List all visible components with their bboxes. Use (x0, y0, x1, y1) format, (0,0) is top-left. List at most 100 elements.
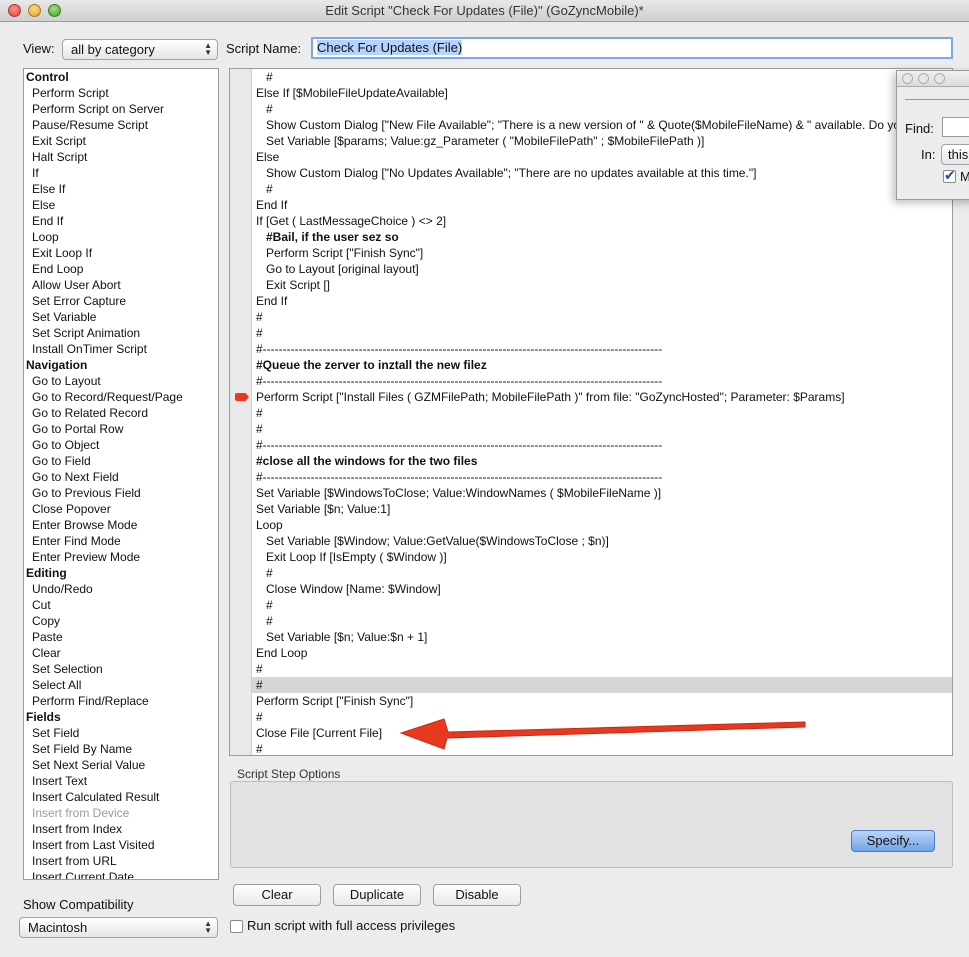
step-item[interactable]: Paste (24, 629, 218, 645)
step-item[interactable]: Go to Object (24, 437, 218, 453)
script-line[interactable]: Set Variable [$params; Value:gz_Paramete… (252, 133, 952, 149)
step-item[interactable]: Perform Script (24, 85, 218, 101)
step-item[interactable]: Enter Browse Mode (24, 517, 218, 533)
script-line[interactable]: Exit Script [] (252, 277, 952, 293)
script-line[interactable]: # (252, 421, 952, 437)
script-line[interactable]: Else (252, 149, 952, 165)
step-item[interactable]: Else (24, 197, 218, 213)
step-item[interactable]: Enter Preview Mode (24, 549, 218, 565)
step-item[interactable]: Close Popover (24, 501, 218, 517)
script-line[interactable]: #---------------------------------------… (252, 373, 952, 389)
step-item[interactable]: Loop (24, 229, 218, 245)
in-popup[interactable]: this (941, 144, 969, 165)
script-step-list[interactable]: Control Perform Script Perform Script on S… (23, 68, 219, 880)
step-item[interactable]: Go to Related Record (24, 405, 218, 421)
step-item[interactable]: Set Next Serial Value (24, 757, 218, 773)
script-line[interactable]: # (252, 613, 952, 629)
script-line[interactable]: Perform Script ["Install Files ( GZMFile… (235, 389, 952, 405)
script-line[interactable]: #---------------------------------------… (252, 341, 952, 357)
specify-button[interactable]: Specify... (851, 830, 935, 852)
full-access-checkbox[interactable] (230, 920, 243, 933)
match-checkbox[interactable]: ✔ (943, 167, 956, 183)
step-item[interactable]: Else If (24, 181, 218, 197)
script-line[interactable]: #close all the windows for the two files (252, 453, 952, 469)
step-item[interactable]: Pause/Resume Script (24, 117, 218, 133)
step-item[interactable]: Select All (24, 677, 218, 693)
step-item[interactable]: Clear (24, 645, 218, 661)
disable-button[interactable]: Disable (433, 884, 521, 906)
script-line[interactable]: End If (252, 197, 952, 213)
step-item[interactable]: Perform Script on Server (24, 101, 218, 117)
script-line[interactable]: # (252, 325, 952, 341)
step-item[interactable]: Set Variable (24, 309, 218, 325)
script-line[interactable]: Show Custom Dialog ["New File Available"… (252, 117, 952, 133)
script-line[interactable]: #---------------------------------------… (252, 437, 952, 453)
step-item[interactable]: End Loop (24, 261, 218, 277)
script-line[interactable]: Set Variable [$n; Value:$n + 1] (252, 629, 952, 645)
script-line[interactable]: # (252, 597, 952, 613)
step-item[interactable]: Insert Current Date (24, 869, 218, 879)
script-line[interactable]: If [Get ( LastMessageChoice ) <> 2] (252, 213, 952, 229)
script-line[interactable]: # (252, 101, 952, 117)
step-item[interactable]: Set Error Capture (24, 293, 218, 309)
script-line[interactable]: # (252, 677, 952, 693)
script-line[interactable]: End If (252, 293, 952, 309)
script-name-input[interactable]: Check For Updates (File) (311, 37, 953, 59)
step-item[interactable]: Install OnTimer Script (24, 341, 218, 357)
script-line[interactable]: # (252, 661, 952, 677)
step-item[interactable]: Set Field (24, 725, 218, 741)
step-item[interactable]: Cut (24, 597, 218, 613)
script-line[interactable]: Close File [Current File] (252, 725, 952, 741)
find-zoom-icon[interactable] (934, 73, 945, 84)
script-line[interactable]: Set Variable [$n; Value:1] (252, 501, 952, 517)
view-popup[interactable]: all by category ▲ ▼ (62, 39, 218, 60)
script-line[interactable]: Go to Layout [original layout] (252, 261, 952, 277)
step-item[interactable]: Set Selection (24, 661, 218, 677)
script-line[interactable]: # (252, 69, 952, 85)
duplicate-button[interactable]: Duplicate (333, 884, 421, 906)
step-item[interactable]: Set Script Animation (24, 325, 218, 341)
script-line[interactable]: # (252, 709, 952, 725)
script-line[interactable]: # (252, 309, 952, 325)
step-item[interactable]: Insert from Last Visited (24, 837, 218, 853)
step-item[interactable]: Insert Text (24, 773, 218, 789)
step-item[interactable]: Allow User Abort (24, 277, 218, 293)
step-item[interactable]: Go to Previous Field (24, 485, 218, 501)
script-line[interactable]: End Loop (252, 645, 952, 661)
step-item[interactable]: Go to Layout (24, 373, 218, 389)
script-line[interactable]: # (252, 181, 952, 197)
step-item[interactable]: Exit Script (24, 133, 218, 149)
step-item[interactable]: Insert from URL (24, 853, 218, 869)
step-item[interactable]: Go to Record/Request/Page (24, 389, 218, 405)
step-item[interactable]: Go to Next Field (24, 469, 218, 485)
find-minimize-icon[interactable] (918, 73, 929, 84)
step-item[interactable]: Insert from Device (24, 805, 218, 821)
step-item[interactable]: Insert Calculated Result (24, 789, 218, 805)
step-item[interactable]: Enter Find Mode (24, 533, 218, 549)
script-line[interactable]: Show Custom Dialog ["No Updates Availabl… (252, 165, 952, 181)
step-item[interactable]: Set Field By Name (24, 741, 218, 757)
script-line[interactable]: Set Variable [$WindowsToClose; Value:Win… (252, 485, 952, 501)
script-line[interactable]: Perform Script ["Finish Sync"] (252, 245, 952, 261)
script-line[interactable]: # (252, 565, 952, 581)
find-close-icon[interactable] (902, 73, 913, 84)
step-item[interactable]: Exit Loop If (24, 245, 218, 261)
step-item[interactable]: Undo/Redo (24, 581, 218, 597)
step-item[interactable]: Halt Script (24, 149, 218, 165)
clear-button[interactable]: Clear (233, 884, 321, 906)
step-item[interactable]: Insert from Index (24, 821, 218, 837)
script-line[interactable]: #---------------------------------------… (252, 469, 952, 485)
script-editor[interactable]: # Else If [$MobileFileUpdateAvailable] # Sh… (229, 68, 953, 756)
compatibility-popup[interactable]: Macintosh ▲ ▼ (19, 917, 218, 938)
script-line[interactable]: Exit Loop If [IsEmpty ( $Window )] (252, 549, 952, 565)
breakpoint-gutter[interactable] (230, 69, 252, 755)
script-line[interactable]: #Queue the zerver to inztall the new fil… (252, 357, 952, 373)
script-line[interactable]: # (252, 741, 952, 755)
step-item[interactable]: End If (24, 213, 218, 229)
script-line[interactable]: # (252, 405, 952, 421)
step-item[interactable]: Go to Portal Row (24, 421, 218, 437)
find-input[interactable] (942, 117, 969, 137)
script-line[interactable]: Else If [$MobileFileUpdateAvailable] (252, 85, 952, 101)
script-line[interactable]: Close Window [Name: $Window] (252, 581, 952, 597)
script-line[interactable]: #Bail, if the user sez so (252, 229, 952, 245)
